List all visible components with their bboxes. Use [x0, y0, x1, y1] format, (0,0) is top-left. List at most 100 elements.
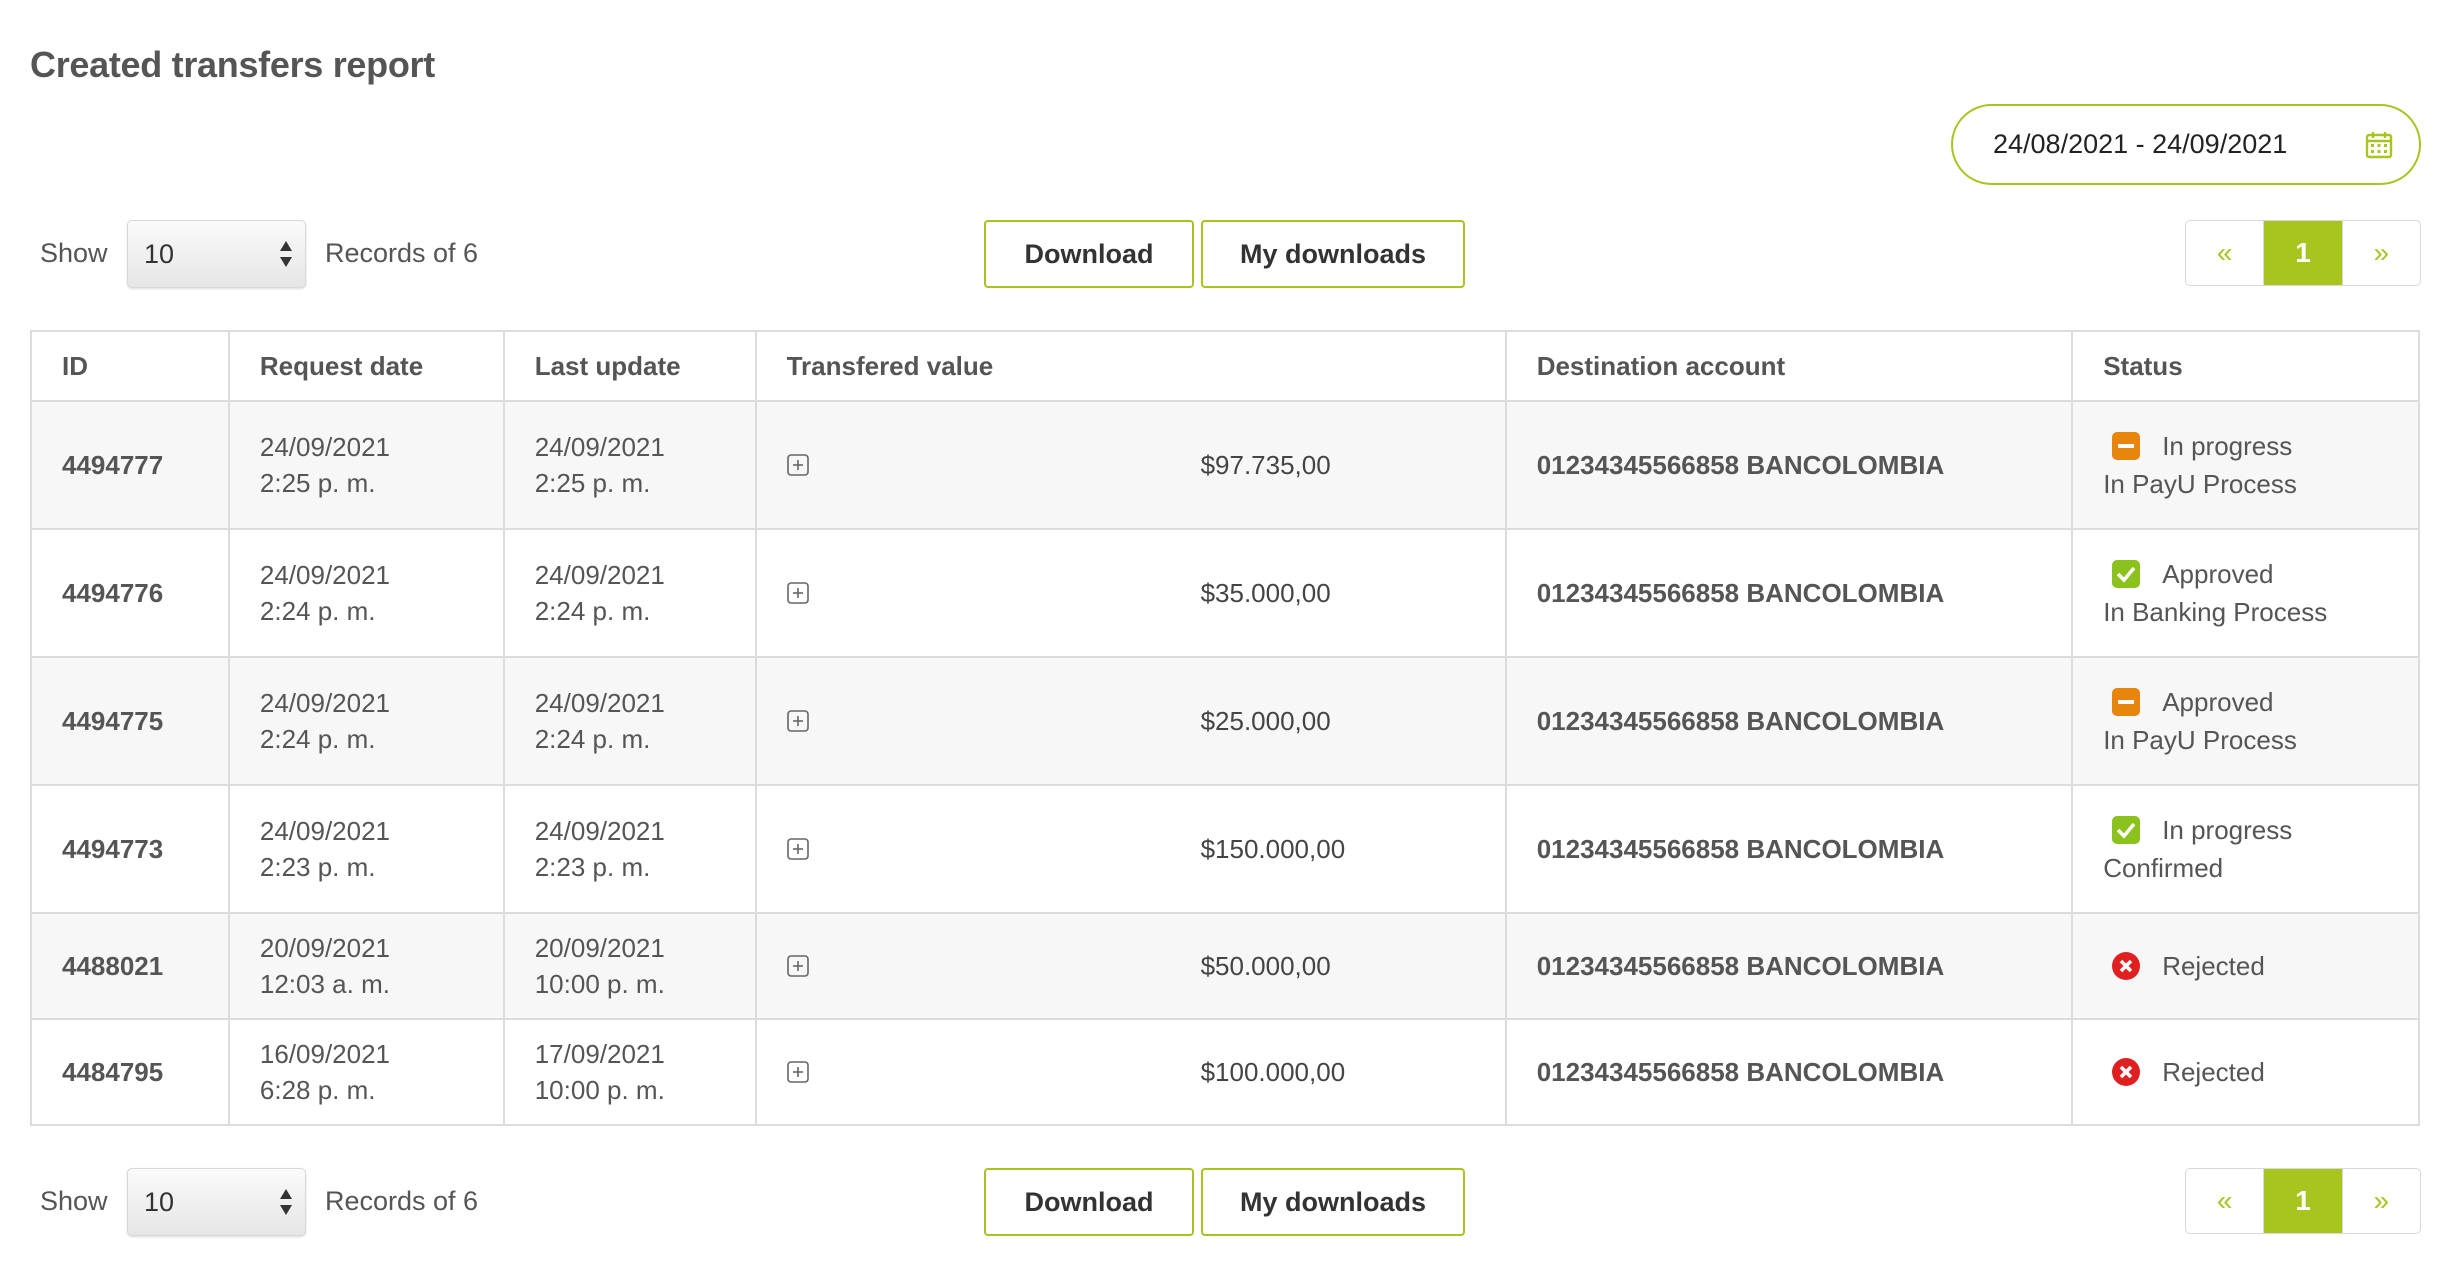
next-page-button[interactable]: » [2343, 221, 2420, 285]
header-transfered-value[interactable]: Transfered value [754, 330, 1507, 402]
header-last-update[interactable]: Last update [502, 330, 757, 402]
row-id: 4484795 [30, 1018, 230, 1126]
request-time-text: 12:03 a. m. [259, 969, 390, 999]
table-row: 4494775 24/09/2021 2:24 p. m. 24/09/2021 2… [30, 656, 2420, 786]
row-destination-account: 01234345566858 BANCOLOMBIA [1504, 784, 2074, 914]
row-status: Rejected [2071, 1018, 2420, 1126]
calendar-icon [2365, 132, 2393, 159]
row-last-update: 24/09/2021 2:24 p. m. [502, 528, 757, 658]
row-last-update: 24/09/2021 2:25 p. m. [502, 400, 757, 530]
row-transfered-value: $50.000,00 [754, 912, 1507, 1020]
update-date-text: 24/09/2021 [534, 560, 665, 590]
prev-page-button[interactable]: « [2186, 221, 2263, 285]
header-id[interactable]: ID [30, 330, 230, 402]
select-arrows-icon [280, 1189, 292, 1215]
status-text: Rejected [2162, 1057, 2265, 1087]
row-status: In progress In PayU Process [2071, 400, 2420, 530]
row-request-date: 24/09/2021 2:24 p. m. [227, 656, 505, 786]
status-text: Rejected [2162, 951, 2265, 981]
orange-minus-icon [2112, 432, 2141, 460]
row-transfered-value: $25.000,00 [754, 656, 1507, 786]
pagination: « 1 » [2185, 1168, 2421, 1234]
green-check-icon [2112, 816, 2141, 844]
row-status: In progress Confirmed [2071, 784, 2420, 914]
request-date-text: 20/09/2021 [259, 933, 391, 963]
update-time-text: 10:00 p. m. [534, 969, 665, 999]
date-range-picker[interactable]: 24/08/2021 - 24/09/2021 [1951, 104, 2421, 185]
prev-page-button[interactable]: « [2186, 1169, 2263, 1233]
row-destination-account: 01234345566858 BANCOLOMBIA [1504, 1018, 2074, 1126]
row-status: Rejected [2071, 912, 2420, 1020]
row-request-date: 24/09/2021 2:25 p. m. [227, 400, 505, 530]
orange-minus-icon [2112, 688, 2141, 716]
substatus-text: Confirmed [2103, 853, 2224, 883]
download-button[interactable]: Download [984, 220, 1194, 288]
amount-text: $50.000,00 [1200, 951, 1331, 981]
download-button[interactable]: Download [984, 1168, 1194, 1236]
next-page-button[interactable]: » [2343, 1169, 2420, 1233]
update-time-text: 2:25 p. m. [534, 468, 651, 498]
row-transfered-value: $100.000,00 [754, 1018, 1507, 1126]
records-count: Records of 6 [325, 238, 479, 268]
row-last-update: 20/09/2021 10:00 p. m. [502, 912, 757, 1020]
my-downloads-button[interactable]: My downloads [1201, 220, 1465, 288]
row-destination-account: 01234345566858 BANCOLOMBIA [1504, 528, 2074, 658]
date-range-value: 24/08/2021 - 24/09/2021 [1993, 129, 2288, 159]
table-header-row: ID Request date Last update Transfered v… [30, 330, 2420, 402]
table-row: 4484795 16/09/2021 6:28 p. m. 17/09/2021 1… [30, 1018, 2420, 1126]
request-time-text: 2:24 p. m. [259, 596, 376, 626]
expand-plus-icon[interactable] [786, 454, 809, 476]
request-date-text: 24/09/2021 [259, 560, 391, 590]
header-request-date[interactable]: Request date [227, 330, 505, 402]
top-controls: Show 10 Records of 6 Download My downloa… [0, 218, 2448, 288]
row-last-update: 17/09/2021 10:00 p. m. [502, 1018, 757, 1126]
row-transfered-value: $35.000,00 [754, 528, 1507, 658]
header-destination-account[interactable]: Destination account [1504, 330, 2074, 402]
table-row: 4494776 24/09/2021 2:24 p. m. 24/09/2021 2… [30, 528, 2420, 658]
green-check-icon [2112, 560, 2141, 588]
row-transfered-value: $97.735,00 [754, 400, 1507, 530]
show-label: Show [40, 238, 108, 268]
request-date-text: 24/09/2021 [259, 816, 391, 846]
row-last-update: 24/09/2021 2:24 p. m. [502, 656, 757, 786]
amount-text: $97.735,00 [1200, 450, 1331, 480]
page-size-select[interactable]: 10 [127, 220, 306, 288]
row-request-date: 16/09/2021 6:28 p. m. [227, 1018, 505, 1126]
request-time-text: 2:24 p. m. [259, 724, 376, 754]
transfers-table: ID Request date Last update Transfered v… [30, 330, 2420, 1126]
row-last-update: 24/09/2021 2:23 p. m. [502, 784, 757, 914]
update-time-text: 2:24 p. m. [534, 724, 651, 754]
red-x-icon [2112, 952, 2141, 980]
request-time-text: 2:23 p. m. [259, 852, 376, 882]
show-label: Show [40, 1186, 108, 1216]
page-1-button[interactable]: 1 [2263, 221, 2343, 285]
bottom-controls: Show 10 Records of 6 Download My downloa… [0, 1166, 2448, 1236]
expand-plus-icon[interactable] [786, 1061, 809, 1083]
my-downloads-button[interactable]: My downloads [1201, 1168, 1465, 1236]
row-request-date: 24/09/2021 2:23 p. m. [227, 784, 505, 914]
header-status[interactable]: Status [2071, 330, 2420, 402]
table-row: 4494777 24/09/2021 2:25 p. m. 24/09/2021 2… [30, 400, 2420, 530]
select-arrows-icon [280, 241, 292, 267]
expand-plus-icon[interactable] [786, 955, 809, 977]
update-time-text: 10:00 p. m. [534, 1075, 665, 1105]
substatus-text: In PayU Process [2103, 725, 2297, 755]
amount-text: $25.000,00 [1200, 706, 1331, 736]
page-size-select[interactable]: 10 [127, 1168, 306, 1236]
page-1-button[interactable]: 1 [2263, 1169, 2343, 1233]
expand-plus-icon[interactable] [786, 710, 809, 732]
update-time-text: 2:23 p. m. [534, 852, 651, 882]
update-date-text: 24/09/2021 [534, 688, 665, 718]
status-text: Approved [2162, 559, 2274, 589]
row-status: Approved In PayU Process [2071, 656, 2420, 786]
substatus-text: In PayU Process [2103, 469, 2297, 499]
expand-plus-icon[interactable] [786, 838, 809, 860]
expand-plus-icon[interactable] [786, 582, 809, 604]
page-size-value: 10 [144, 1187, 175, 1217]
amount-text: $150.000,00 [1200, 834, 1346, 864]
row-transfered-value: $150.000,00 [754, 784, 1507, 914]
status-text: In progress [2162, 431, 2293, 461]
row-destination-account: 01234345566858 BANCOLOMBIA [1504, 912, 2074, 1020]
update-date-text: 17/09/2021 [534, 1039, 665, 1069]
row-request-date: 20/09/2021 12:03 a. m. [227, 912, 505, 1020]
